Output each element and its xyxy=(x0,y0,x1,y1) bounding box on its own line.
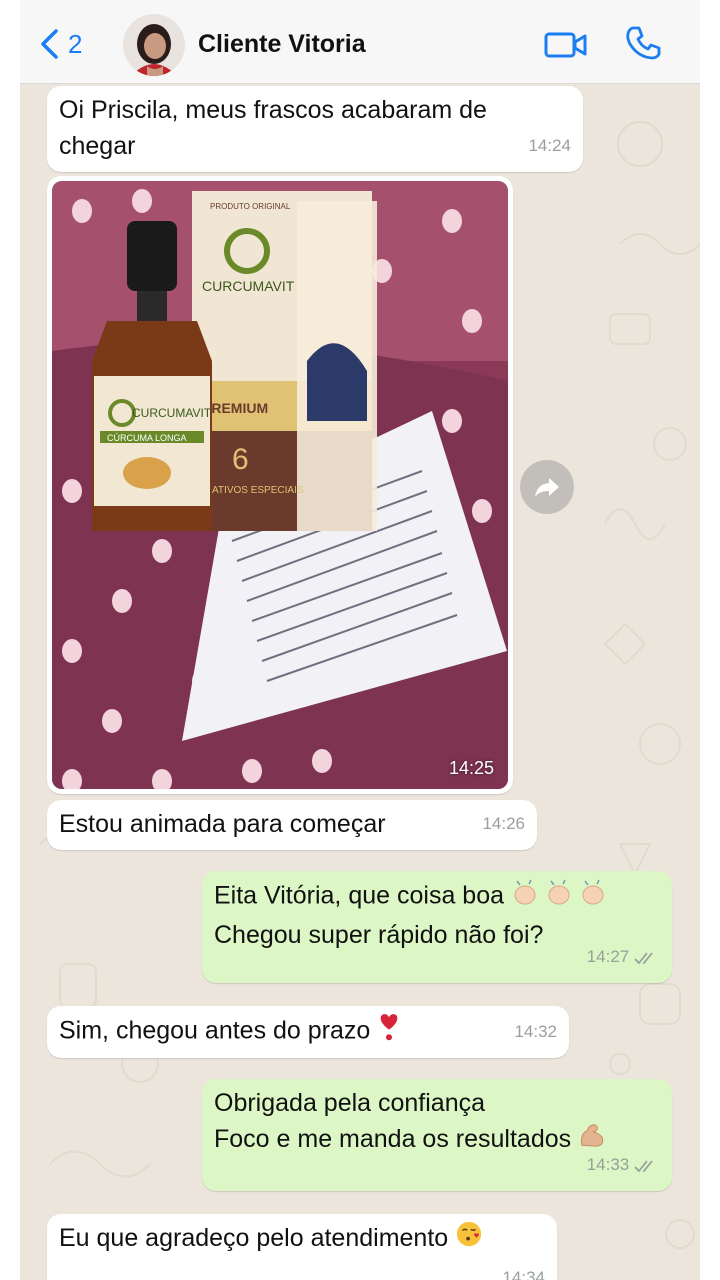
message-text-line: Sim, chegou antes do prazo xyxy=(59,1016,371,1045)
message-time: 14:33 xyxy=(586,1155,630,1174)
svg-text:ATIVOS ESPECIAIS: ATIVOS ESPECIAIS xyxy=(212,485,304,496)
svg-text:PRODUTO ORIGINAL: PRODUTO ORIGINAL xyxy=(210,202,291,211)
message-outgoing[interactable]: Obrigada pela confiança Foco e me manda … xyxy=(202,1079,672,1191)
voice-call-button[interactable] xyxy=(624,24,664,64)
message-incoming[interactable]: Eu que agradeço pelo atendimento 14:34 xyxy=(47,1214,557,1280)
svg-text:CÚRCUMA LONGA: CÚRCUMA LONGA xyxy=(107,433,187,443)
unread-count: 2 xyxy=(68,28,83,59)
message-time: 14:24 xyxy=(528,136,571,155)
message-text-line: Oi Priscila, meus frascos acabaram de xyxy=(59,96,487,124)
chat-screen: 2 Cliente Vitoria Oi Priscila, meus fras… xyxy=(20,0,700,1280)
svg-text:6: 6 xyxy=(232,443,249,476)
heart-exclamation-icon xyxy=(377,1012,401,1052)
back-button[interactable]: 2 xyxy=(38,26,82,62)
video-call-button[interactable] xyxy=(544,28,588,62)
message-text-line: Eita Vitória, que coisa boa xyxy=(214,881,505,910)
face-blowing-kiss-icon xyxy=(455,1220,483,1258)
message-text-line: chegar xyxy=(59,132,136,160)
clapping-hands-icon xyxy=(511,877,607,917)
message-time-row: 14:33 xyxy=(587,1147,658,1183)
message-text-line: Obrigada pela confiança xyxy=(214,1089,486,1117)
chat-header: 2 Cliente Vitoria xyxy=(20,0,700,84)
message-incoming[interactable]: Oi Priscila, meus frascos acabaram de ch… xyxy=(47,86,583,172)
message-time: 14:32 xyxy=(514,1022,557,1041)
product-photo[interactable]: CURCUMAVIT PRODUTO ORIGINAL PREMIUM 6 AT… xyxy=(52,181,508,789)
phone-icon xyxy=(626,26,661,60)
message-time: 14:25 xyxy=(448,758,494,778)
chevron-left-icon xyxy=(41,29,58,59)
forward-button[interactable] xyxy=(520,460,574,514)
message-time: 14:27 xyxy=(586,947,630,966)
message-text-line: Estou animada para começar xyxy=(59,810,386,838)
double-check-icon xyxy=(634,1159,653,1172)
message-text-line: Foco e me manda os resultados xyxy=(214,1125,572,1153)
message-text-line: Eu que agradeço pelo atendimento xyxy=(59,1224,449,1252)
message-time: 14:26 xyxy=(482,814,525,833)
message-time-row: 14:27 xyxy=(587,939,658,975)
message-time: 14:34 xyxy=(502,1268,545,1280)
video-camera-icon xyxy=(544,32,587,58)
double-check-icon xyxy=(634,951,653,964)
image-message[interactable]: CURCUMAVIT PRODUTO ORIGINAL PREMIUM 6 AT… xyxy=(47,176,513,794)
message-outgoing[interactable]: Eita Vitória, que coisa boa Chegou super… xyxy=(202,871,672,983)
product-brand-box: CURCUMAVIT xyxy=(202,278,295,294)
message-incoming[interactable]: Sim, chegou antes do prazo 14:32 xyxy=(47,1006,569,1058)
svg-text:CURCUMAVIT: CURCUMAVIT xyxy=(132,406,212,420)
message-incoming[interactable]: Estou animada para começar 14:26 xyxy=(47,800,537,850)
contact-avatar[interactable] xyxy=(123,14,185,76)
share-arrow-icon xyxy=(535,478,559,497)
contact-name[interactable]: Cliente Vitoria xyxy=(198,30,366,59)
